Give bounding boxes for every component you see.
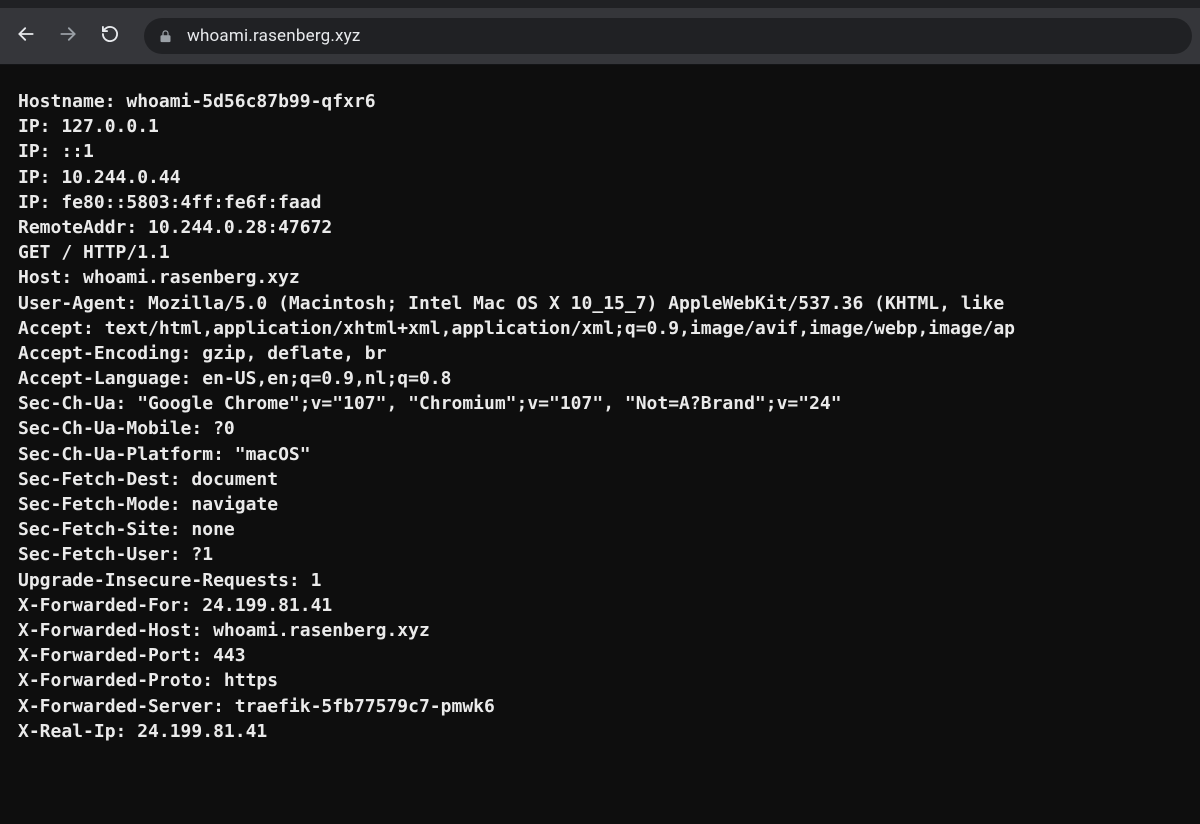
arrow-left-icon — [16, 24, 36, 48]
reload-icon — [100, 24, 120, 48]
browser-toolbar: whoami.rasenberg.xyz — [0, 8, 1200, 64]
arrow-right-icon — [58, 24, 78, 48]
reload-button[interactable] — [92, 18, 128, 54]
response-output: Hostname: whoami-5d56c87b99-qfxr6 IP: 12… — [18, 89, 1182, 744]
tab-strip — [0, 0, 1200, 8]
back-button[interactable] — [8, 18, 44, 54]
address-bar[interactable]: whoami.rasenberg.xyz — [144, 18, 1192, 54]
url-text: whoami.rasenberg.xyz — [187, 26, 361, 46]
page-content: Hostname: whoami-5d56c87b99-qfxr6 IP: 12… — [0, 65, 1200, 824]
forward-button[interactable] — [50, 18, 86, 54]
lock-icon — [158, 29, 173, 44]
